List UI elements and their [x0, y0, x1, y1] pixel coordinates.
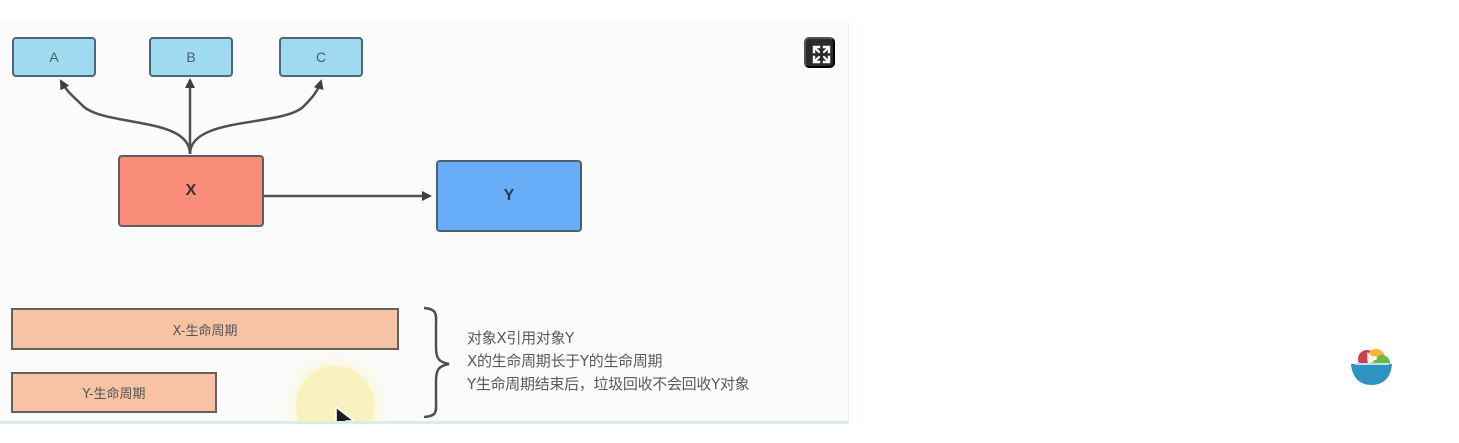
diagram-node-x: X: [118, 155, 264, 227]
mouse-pointer-icon: [335, 406, 355, 424]
lifecycle-brace: [423, 306, 450, 419]
fullscreen-expand-icon: [812, 45, 831, 64]
diagram-node-c: C: [279, 37, 363, 77]
diagram-node-y: Y: [436, 160, 582, 232]
description-line-1: 对象X引用对象Y: [467, 329, 575, 347]
lifecycle-description: 对象X引用对象Y X的生命周期长于Y的生命周期 Y生命周期结束后，垃圾回收不会回…: [467, 327, 841, 396]
fullscreen-button[interactable]: [804, 37, 835, 68]
diagram-node-b: B: [149, 37, 233, 77]
x-lifecycle-bar: X-生命周期: [11, 308, 399, 350]
description-line-3: Y生命周期结束后，垃圾回收不会回收Y对象: [467, 375, 750, 393]
arrow-x-to-c: [188, 79, 324, 155]
screenshot-page: A B C X Y X-生命周期 Y-生命周期 对象X引用对象Y X的生命周期长…: [0, 0, 1459, 443]
diagram-node-a: A: [12, 37, 96, 77]
y-lifecycle-bar: Y-生命周期: [11, 372, 217, 413]
embedded-diagram-image: A B C X Y X-生命周期 Y-生命周期 对象X引用对象Y X的生命周期长…: [0, 22, 849, 424]
arrow-x-to-a: [59, 79, 192, 155]
colorful-bowl-app-icon[interactable]: [1349, 345, 1394, 389]
description-line-2: X的生命周期长于Y的生命周期: [467, 352, 663, 370]
